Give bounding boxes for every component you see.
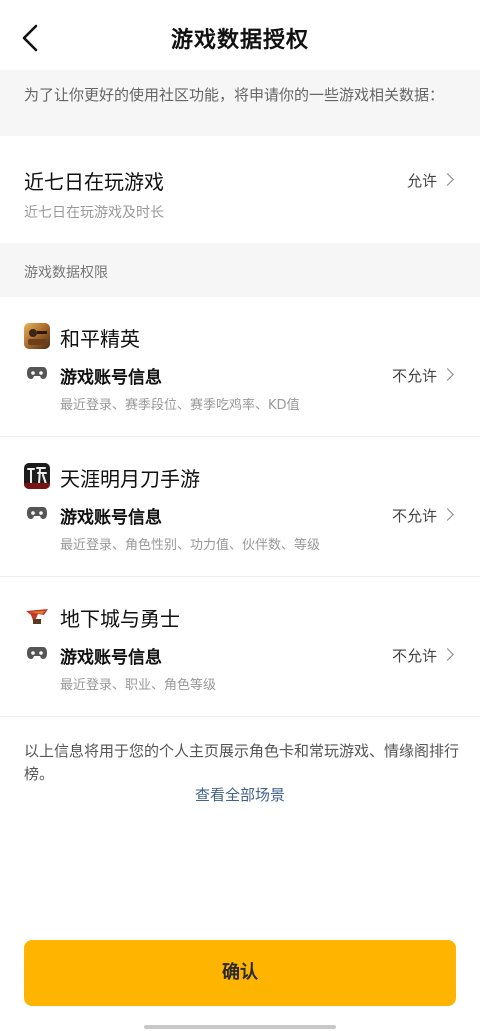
home-indicator — [144, 1025, 336, 1029]
recent-games-row[interactable]: 近七日在玩游戏 近七日在玩游戏及时长 允许 — [0, 136, 480, 243]
chevron-right-icon — [441, 508, 454, 521]
section-title: 游戏数据权限 — [0, 243, 480, 297]
account-permission[interactable]: 不允许 — [391, 645, 454, 666]
account-info-desc: 最近登录、赛季段位、赛季吃鸡率、KD值 — [60, 398, 300, 413]
recent-games-permission[interactable]: 允许 — [406, 170, 454, 191]
account-permission[interactable]: 不允许 — [391, 505, 454, 526]
header: 游戏数据授权 — [0, 0, 480, 70]
intro-text: 为了让你更好的使用社区功能，将申请你的一些游戏相关数据： — [0, 70, 480, 136]
recent-games-subtitle: 近七日在玩游戏及时长 — [24, 205, 164, 221]
chevron-right-icon — [441, 173, 454, 186]
game-item: 和平精英 游戏账号信息 不允许 最近登录、赛季段位、赛季吃鸡率、KD值 — [0, 297, 480, 437]
recent-games-title: 近七日在玩游戏 — [24, 170, 164, 194]
page-title: 游戏数据授权 — [170, 28, 309, 53]
game-name: 天涯明月刀手游 — [60, 467, 200, 491]
permission-label: 不允许 — [391, 647, 437, 665]
game-item: 地下城与勇士 游戏账号信息 不允许 最近登录、职业、角色等级 — [0, 577, 480, 717]
page: 游戏数据授权 为了让你更好的使用社区功能，将申请你的一些游戏相关数据： 近七日在… — [0, 0, 480, 1031]
permission-label: 允许 — [406, 172, 437, 190]
gamepad-icon — [27, 367, 47, 379]
game-name: 地下城与勇士 — [60, 607, 180, 631]
account-info-label: 游戏账号信息 — [60, 508, 162, 528]
gamepad-icon — [27, 507, 47, 519]
game-name: 和平精英 — [60, 327, 140, 351]
account-info-desc: 最近登录、职业、角色等级 — [60, 678, 217, 693]
chevron-right-icon — [441, 368, 454, 381]
game-item: 天涯明月刀手游 游戏账号信息 不允许 最近登录、角色性别、功力值、伙伴数、等级 — [0, 437, 480, 577]
account-info-label: 游戏账号信息 — [60, 368, 162, 388]
account-info-desc: 最近登录、角色性别、功力值、伙伴数、等级 — [60, 538, 321, 553]
game-icon-dnf — [24, 603, 50, 629]
permission-label: 不允许 — [391, 507, 437, 525]
permission-label: 不允许 — [391, 367, 437, 385]
game-icon-tianya — [24, 463, 50, 489]
account-permission[interactable]: 不允许 — [391, 365, 454, 386]
account-info-label: 游戏账号信息 — [60, 648, 162, 668]
view-all-scenes-wrap: 查看全部场景 — [0, 784, 480, 805]
usage-note: 以上信息将用于您的个人主页展示角色卡和常玩游戏、情缘阁排行榜。 — [24, 742, 460, 783]
view-all-scenes-link[interactable]: 查看全部场景 — [195, 786, 285, 804]
confirm-button[interactable]: 确认 — [24, 940, 456, 1006]
game-icon-peace-elite — [24, 323, 50, 349]
gamepad-icon — [27, 647, 47, 659]
chevron-right-icon — [441, 648, 454, 661]
